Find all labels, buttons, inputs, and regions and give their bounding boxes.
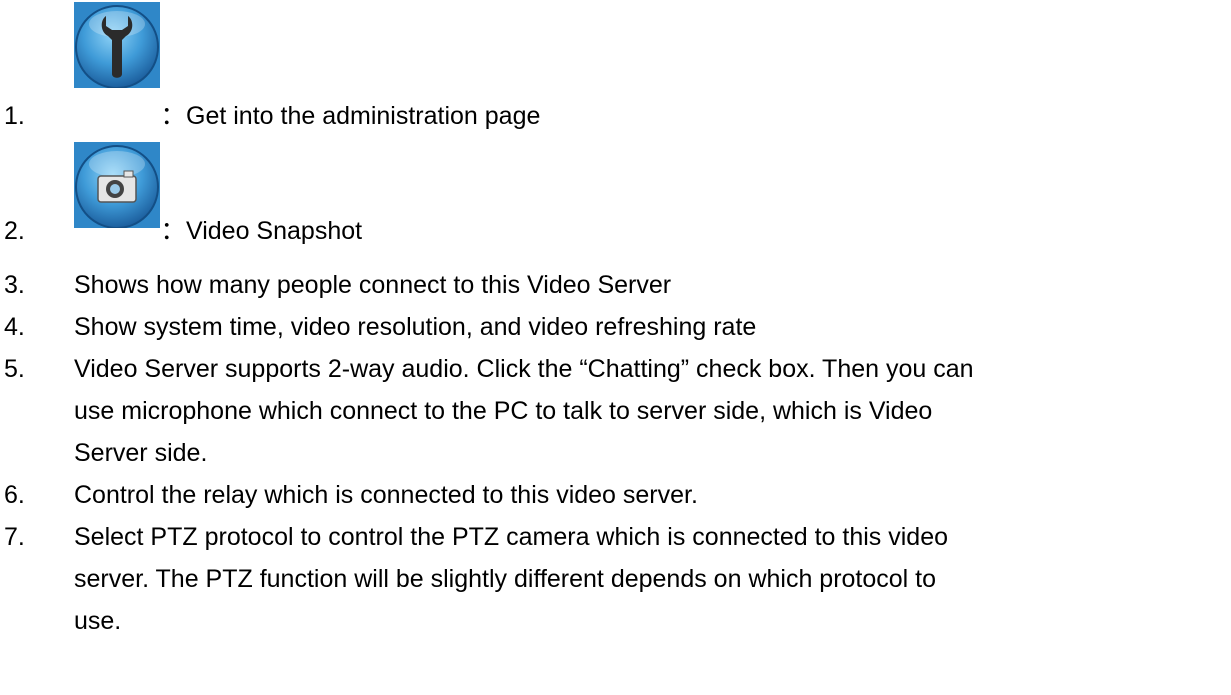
- separator: ：: [160, 102, 186, 130]
- item-number: 2.: [4, 217, 25, 245]
- item-number: 5.: [4, 355, 25, 383]
- item-text: Show system time, video resolution, and …: [74, 313, 757, 341]
- item-number: 7.: [4, 523, 25, 551]
- item-text: Shows how many people connect to this Vi…: [74, 271, 672, 299]
- item-text: Control the relay which is connected to …: [74, 481, 698, 509]
- item-text-line: use.: [74, 607, 122, 635]
- item-text-line: Select PTZ protocol to control the PTZ c…: [74, 523, 949, 551]
- item-text-line: Video Server supports 2-way audio. Click…: [74, 355, 974, 383]
- camera-icon: [74, 142, 160, 228]
- item-number: 3.: [4, 271, 25, 299]
- item-text: Get into the administration page: [186, 102, 541, 130]
- separator: ：: [160, 217, 186, 245]
- item-number: 1.: [4, 102, 25, 130]
- item-text-line: use microphone which connect to the PC t…: [74, 397, 933, 425]
- item-text: Video Snapshot: [186, 217, 363, 245]
- item-label: ：Video Snapshot: [160, 214, 362, 248]
- item-text-line: server. The PTZ function will be slightl…: [74, 565, 937, 593]
- wrench-icon: [74, 2, 160, 88]
- item-number: 4.: [4, 313, 25, 341]
- item-label: ：Get into the administration page: [160, 99, 540, 133]
- item-text-line: Server side.: [74, 439, 208, 467]
- item-number: 6.: [4, 481, 25, 509]
